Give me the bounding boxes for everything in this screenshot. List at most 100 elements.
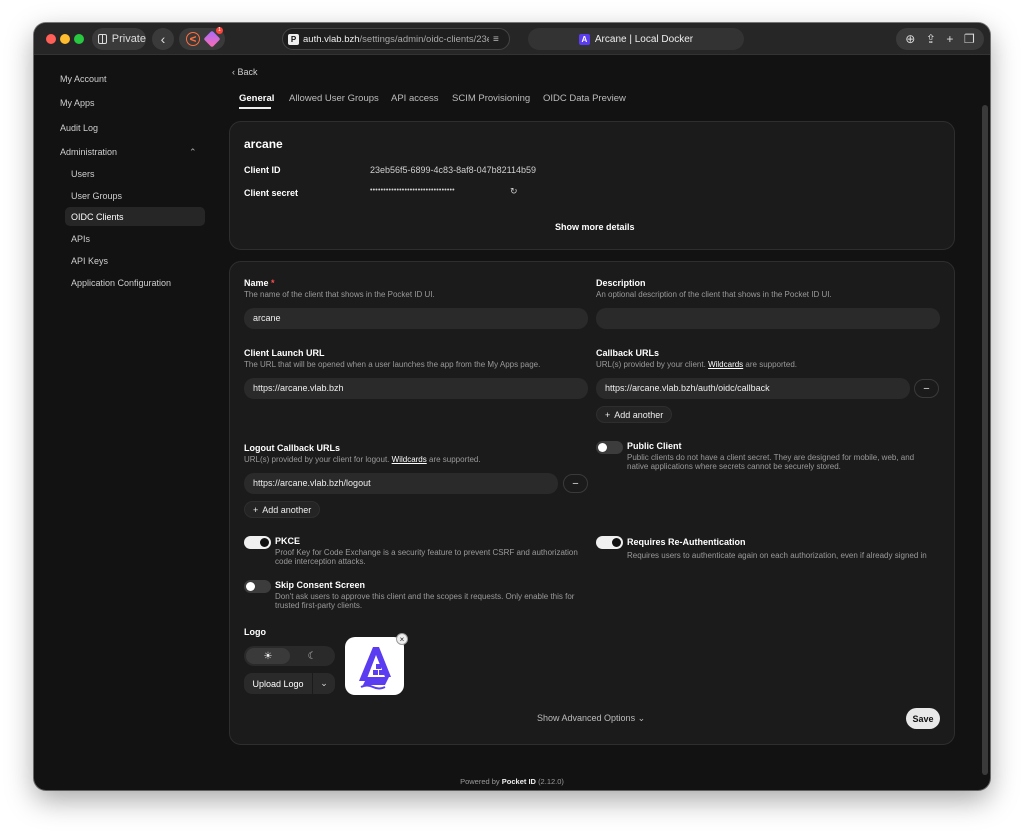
public-client-toggle[interactable]: [596, 441, 623, 454]
public-client-label: Public Client: [627, 441, 682, 451]
sun-icon[interactable]: ☀: [246, 648, 290, 664]
chevron-down-icon: ⌄: [320, 678, 328, 688]
chevron-left-icon: ‹: [160, 31, 166, 47]
refresh-secret-icon[interactable]: ↻: [510, 186, 518, 197]
logo-label: Logo: [244, 627, 266, 637]
tab-allowed-user-groups[interactable]: Allowed User Groups: [289, 93, 379, 104]
remove-logo-button[interactable]: ×: [396, 633, 408, 645]
minimize-window-button[interactable]: [60, 34, 70, 44]
name-input[interactable]: arcane: [244, 308, 588, 329]
page-footer: Powered by Pocket ID (2.12.0): [460, 777, 564, 786]
upload-options-dropdown[interactable]: ⌄: [313, 673, 335, 694]
arcane-logo-icon: [351, 643, 398, 690]
reader-icon[interactable]: ≡: [493, 34, 499, 45]
description-label: Description: [596, 278, 646, 288]
tab-title: Arcane | Local Docker: [594, 33, 694, 45]
pocket-id-link[interactable]: Pocket ID: [502, 777, 536, 786]
sidebar-item-my-account[interactable]: My Account: [60, 74, 107, 84]
pocketid-favicon-icon: P: [288, 33, 299, 45]
callback-urls-label: Callback URLs: [596, 348, 660, 358]
sidebar-item-api-keys[interactable]: API Keys: [71, 256, 108, 266]
active-tab-underline: [239, 107, 271, 109]
chevron-up-icon[interactable]: ⌃: [189, 147, 197, 158]
address-bar[interactable]: P auth.vlab.bzh/settings/admin/oidc-clie…: [282, 28, 510, 50]
logout-callback-url-input[interactable]: https://arcane.vlab.bzh/logout: [244, 473, 558, 494]
sidebar-icon: [98, 34, 107, 44]
name-description: The name of the client that shows in the…: [244, 290, 435, 299]
public-client-help: Public clients do not have a client secr…: [627, 453, 915, 471]
client-launch-url-help: The URL that will be opened when a user …: [244, 360, 541, 369]
requires-reauth-toggle[interactable]: [596, 536, 623, 549]
sidebar-item-users[interactable]: Users: [71, 169, 95, 179]
client-launch-url-input[interactable]: https://arcane.vlab.bzh: [244, 378, 588, 399]
sidebar-toggle-button[interactable]: Private: [92, 28, 146, 50]
sidebar-item-user-groups[interactable]: User Groups: [71, 191, 122, 201]
pkce-toggle[interactable]: [244, 536, 271, 549]
sidebar-item-application-configuration[interactable]: Application Configuration: [71, 278, 171, 288]
wildcards-link[interactable]: Wildcards: [708, 360, 743, 369]
logo-theme-switch: ☀ ☾: [244, 646, 335, 666]
browser-window: Private ‹ ᐸ 1 P auth.vlab.bzh/settings/a…: [34, 23, 990, 790]
private-label: Private: [111, 33, 146, 45]
sidebar-item-apis[interactable]: APIs: [71, 234, 90, 244]
client-logo-preview: [345, 637, 404, 695]
extension-badge: 1: [216, 27, 223, 34]
client-secret-label: Client secret: [244, 188, 299, 198]
wildcards-link[interactable]: Wildcards: [392, 455, 427, 464]
client-id-value: 23eb56f5-6899-4c83-8af8-047b82114b59: [370, 165, 536, 175]
pkce-help: Proof Key for Code Exchange is a securit…: [275, 548, 578, 566]
show-more-details-button[interactable]: Show more details: [555, 222, 635, 232]
logout-callback-urls-label: Logout Callback URLs: [244, 443, 341, 453]
show-advanced-options-button[interactable]: Show Advanced Options ⌄: [537, 713, 645, 724]
sidebar-item-administration[interactable]: Administration: [60, 147, 117, 157]
skip-consent-toggle[interactable]: [244, 580, 271, 593]
plus-icon: +: [605, 409, 611, 420]
upload-logo-button[interactable]: Upload Logo: [244, 673, 312, 694]
back-link[interactable]: ‹ Back: [232, 67, 258, 77]
add-logout-url-button[interactable]: + Add another: [244, 501, 321, 518]
skip-consent-help: Don't ask users to approve this client a…: [275, 592, 575, 610]
minus-icon: −: [923, 382, 930, 395]
requires-reauth-label: Requires Re-Authentication: [627, 537, 746, 547]
plus-icon: +: [253, 504, 259, 515]
browser-actions: ⊕ ⇪ + ❐: [896, 28, 984, 50]
description-help: An optional description of the client th…: [596, 290, 832, 299]
close-window-button[interactable]: [46, 34, 56, 44]
chevron-down-icon: ⌄: [637, 713, 646, 723]
tab-arcane[interactable]: A Arcane | Local Docker: [528, 28, 744, 50]
url-text: auth.vlab.bzh/settings/admin/oidc-client…: [303, 33, 489, 45]
close-icon: ×: [399, 634, 405, 644]
zoom-window-button[interactable]: [74, 34, 84, 44]
client-launch-url-label: Client Launch URL: [244, 348, 325, 358]
skip-consent-label: Skip Consent Screen: [275, 580, 366, 590]
browser-back-button[interactable]: ‹: [152, 28, 174, 50]
moon-icon[interactable]: ☾: [291, 648, 333, 664]
new-tab-icon[interactable]: +: [946, 32, 953, 46]
client-id-label: Client ID: [244, 165, 281, 175]
tab-overview-icon[interactable]: ❐: [964, 32, 975, 46]
callback-urls-help: URL(s) provided by your client. Wildcard…: [596, 360, 798, 369]
remove-callback-url-button[interactable]: −: [914, 379, 939, 398]
tab-general[interactable]: General: [239, 93, 274, 104]
tab-api-access[interactable]: API access: [391, 93, 439, 104]
sidebar-item-oidc-clients[interactable]: OIDC Clients: [71, 212, 124, 222]
page-scrollbar[interactable]: [982, 105, 988, 775]
logout-callback-urls-help: URL(s) provided by your client for logou…: [244, 455, 481, 464]
share-icon[interactable]: ⇪: [926, 32, 936, 46]
requires-reauth-help: Requires users to authenticate again on …: [627, 551, 927, 560]
sidebar-item-my-apps[interactable]: My Apps: [60, 98, 95, 108]
name-label: Name *: [244, 278, 275, 288]
minus-icon: −: [572, 477, 579, 490]
client-secret-value: ••••••••••••••••••••••••••••••••: [370, 187, 455, 194]
remove-logout-url-button[interactable]: −: [563, 474, 588, 493]
tab-oidc-data-preview[interactable]: OIDC Data Preview: [543, 93, 626, 104]
sidebar-item-audit-log[interactable]: Audit Log: [60, 123, 98, 133]
download-icon[interactable]: ⊕: [905, 32, 915, 46]
extension-icon[interactable]: ᐸ: [186, 32, 200, 46]
add-callback-url-button[interactable]: + Add another: [596, 406, 673, 423]
save-button[interactable]: Save: [906, 708, 940, 729]
description-input[interactable]: [596, 308, 940, 329]
arcane-favicon-icon: A: [578, 33, 590, 45]
tab-scim-provisioning[interactable]: SCIM Provisioning: [452, 93, 530, 104]
callback-url-input[interactable]: https://arcane.vlab.bzh/auth/oidc/callba…: [596, 378, 910, 399]
